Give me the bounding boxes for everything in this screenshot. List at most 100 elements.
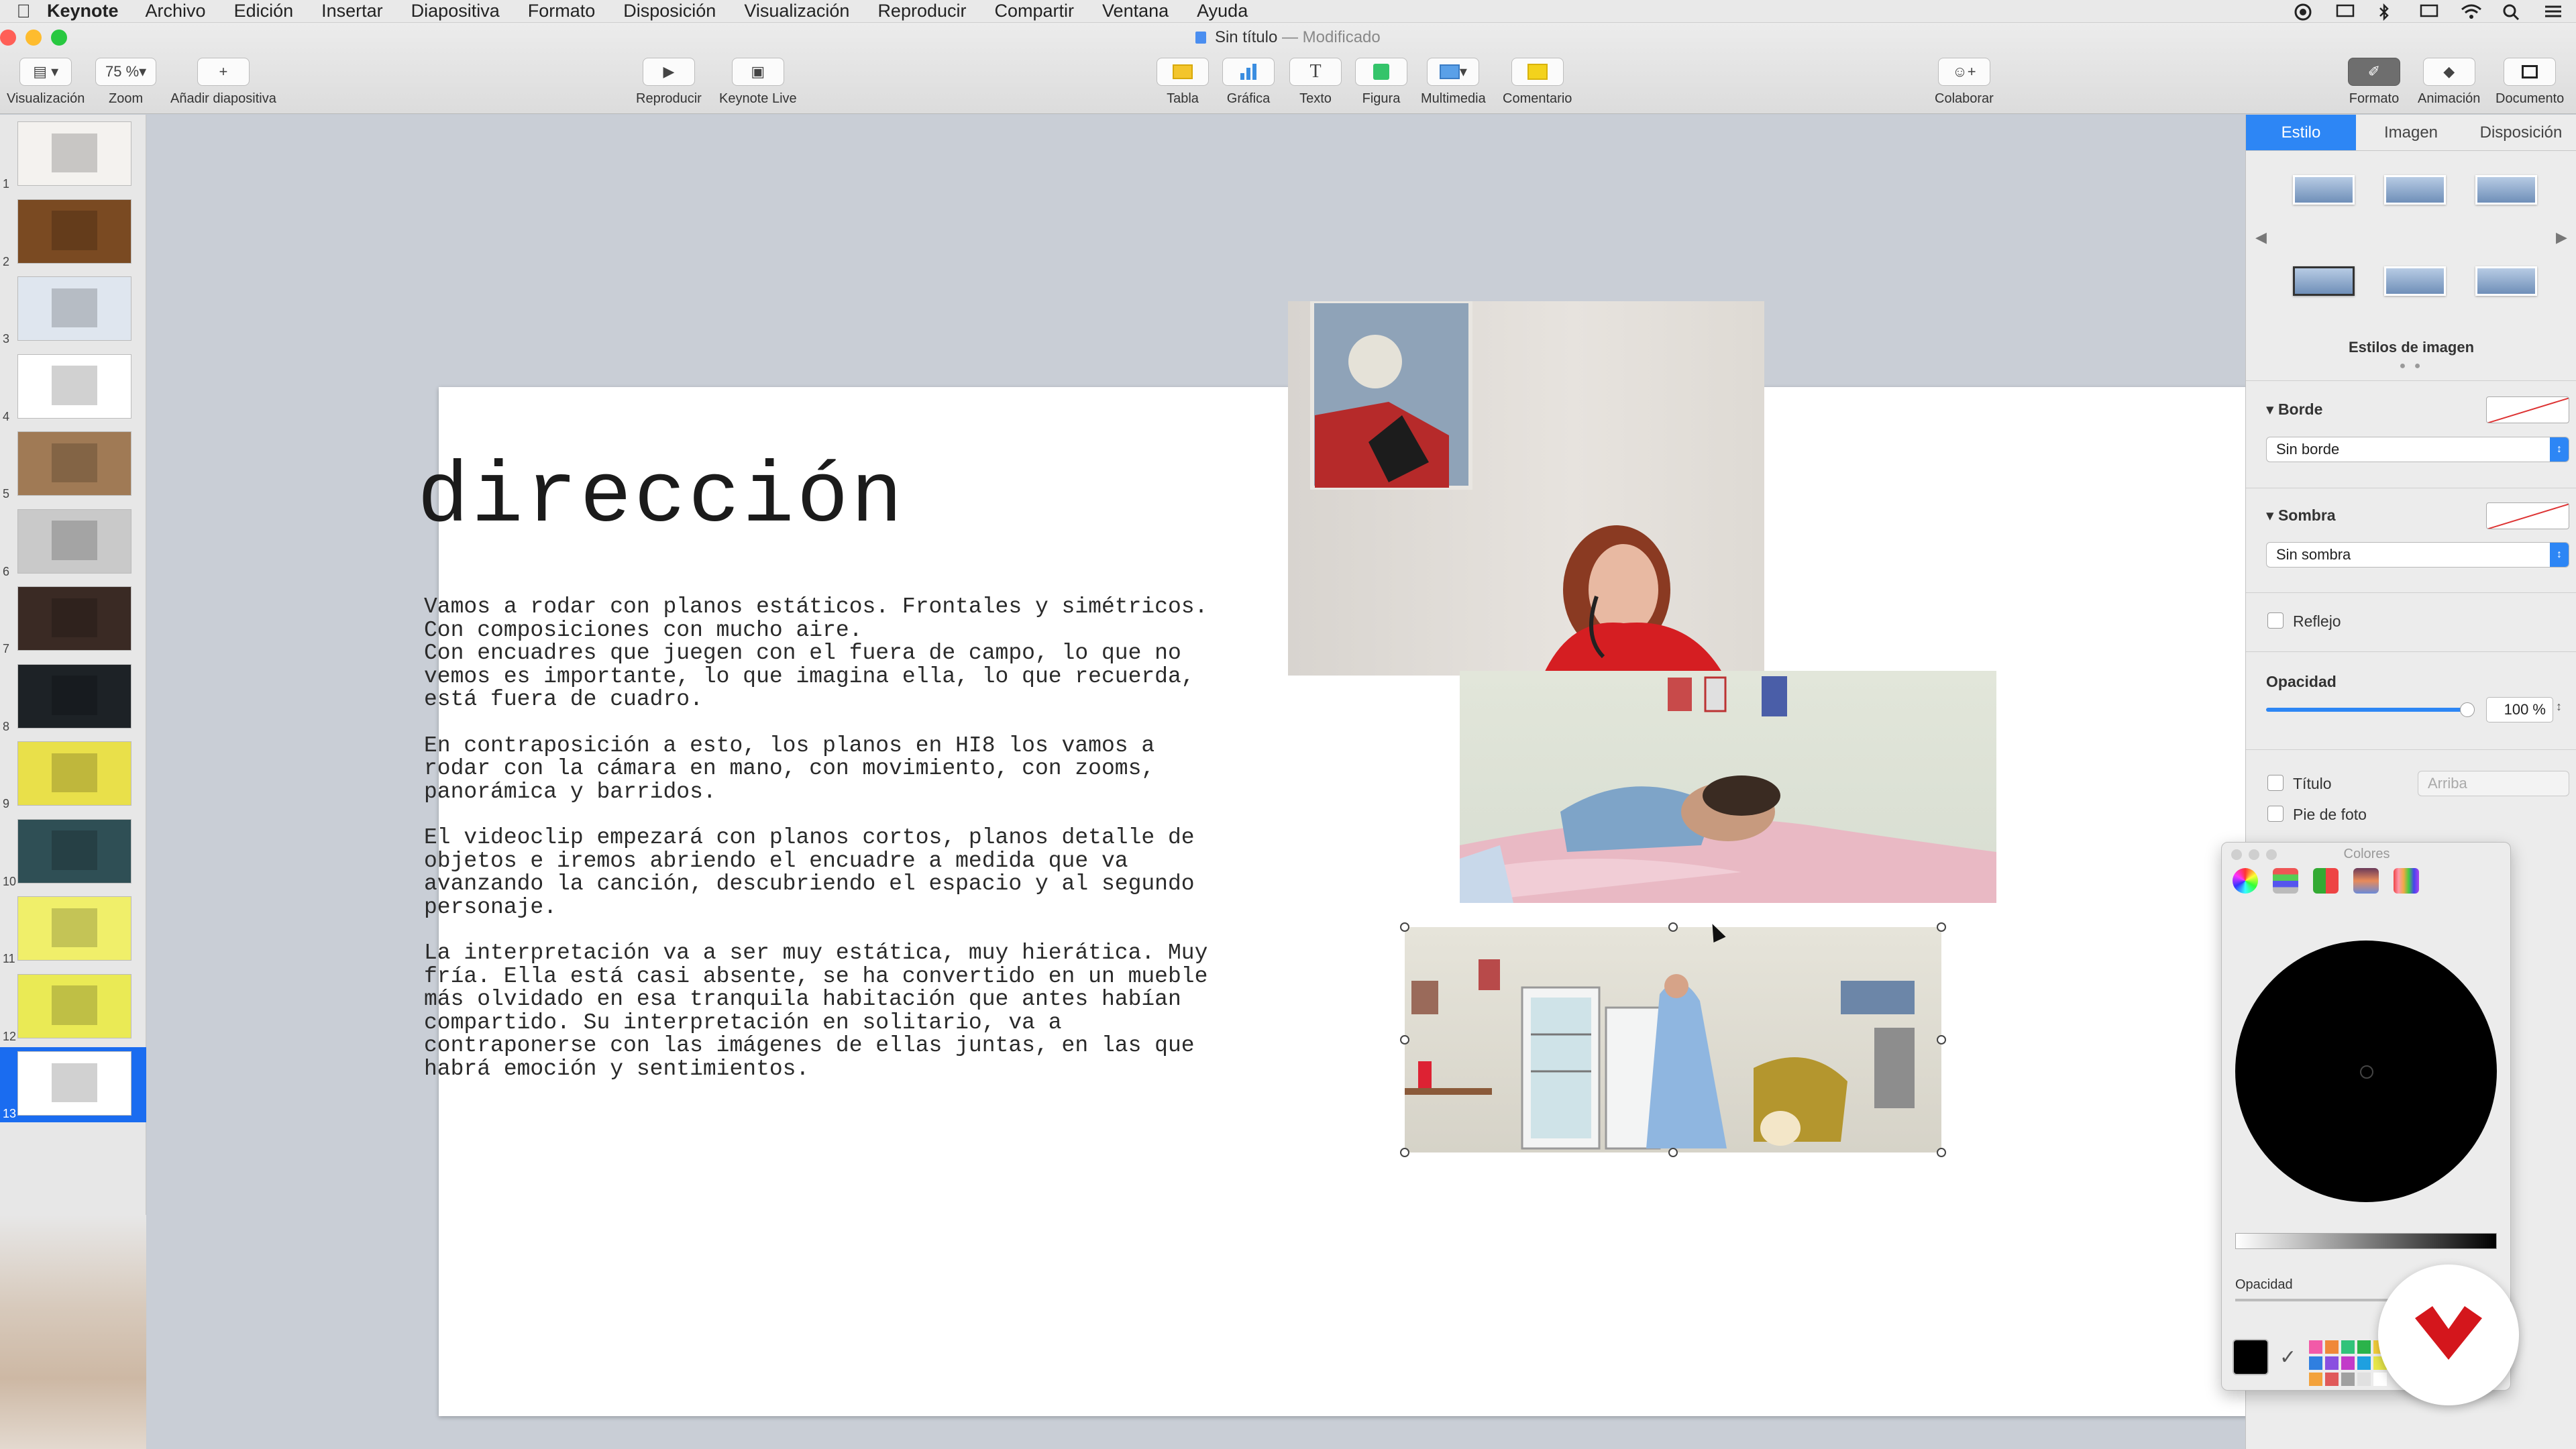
document-button[interactable] <box>2504 58 2557 86</box>
slide-thumbnail[interactable] <box>17 199 131 264</box>
menu-compartir[interactable]: Compartir <box>995 1 1075 21</box>
bluetooth-icon[interactable] <box>2377 3 2396 21</box>
slide-thumbnail-row[interactable]: 7 <box>0 582 146 657</box>
apple-menu-icon[interactable]:  <box>0 1 47 22</box>
image-style-3[interactable] <box>2475 175 2537 205</box>
image-palettes-mode-icon[interactable] <box>2353 868 2379 894</box>
color-swatch[interactable] <box>2309 1356 2322 1370</box>
table-tool[interactable]: Tabla <box>1157 58 1209 107</box>
slide-thumbnail[interactable] <box>17 741 131 806</box>
control-center-icon[interactable] <box>2544 3 2563 19</box>
tab-image[interactable]: Imagen <box>2356 115 2466 150</box>
shape-tool[interactable]: Figura <box>1355 58 1407 107</box>
slide-thumbnail[interactable] <box>17 1051 131 1116</box>
title-checkbox[interactable] <box>2267 775 2284 791</box>
slide-thumbnail-row[interactable]: 9 <box>0 737 146 812</box>
image-style-4[interactable] <box>2293 266 2355 296</box>
collaborate-tool[interactable]: ☺+ Colaborar <box>1935 58 1994 107</box>
view-tool[interactable]: ▤ ▾ Visualización <box>7 58 85 107</box>
animate-button[interactable]: ◆ <box>2422 58 2475 86</box>
eyedropper-icon[interactable]: ✓ <box>2279 1346 2296 1369</box>
slide-thumbnail[interactable] <box>17 973 131 1038</box>
slide-thumbnail[interactable] <box>17 354 131 419</box>
display-icon[interactable] <box>2336 3 2355 19</box>
chart-tool[interactable]: Gráfica <box>1222 58 1275 107</box>
slide-thumbnail[interactable] <box>17 508 131 574</box>
menu-formato[interactable]: Formato <box>528 1 596 21</box>
airplay-icon[interactable] <box>2419 3 2438 19</box>
color-swatch[interactable] <box>2373 1373 2387 1386</box>
pencils-mode-icon[interactable] <box>2394 868 2419 894</box>
keynote-live-tool[interactable]: ▣ Keynote Live <box>719 58 797 107</box>
animate-tool[interactable]: ◆ Animación <box>2418 58 2480 107</box>
slide-thumbnail[interactable] <box>17 276 131 341</box>
slide-thumbnail-row[interactable]: 8 <box>0 660 146 735</box>
menu-archivo[interactable]: Archivo <box>146 1 206 21</box>
format-button[interactable]: ✐ <box>2348 58 2400 86</box>
caption-checkbox[interactable] <box>2267 806 2284 822</box>
selection-handle-right[interactable] <box>1937 1035 1946 1044</box>
zoom-popup[interactable]: 75 % ▾ <box>95 58 157 86</box>
image-style-1[interactable] <box>2293 175 2355 205</box>
menu-disposicion[interactable]: Disposición <box>623 1 716 21</box>
text-button[interactable]: T <box>1289 58 1342 86</box>
slide-thumbnail-row[interactable]: 3 <box>0 272 146 347</box>
slide-thumbnail-row[interactable]: 11 <box>0 892 146 967</box>
color-sliders-mode-icon[interactable] <box>2273 868 2298 894</box>
play-tool[interactable]: ▶ Reproducir <box>636 58 702 107</box>
slide-thumbnail[interactable] <box>17 818 131 883</box>
selection-handle-top[interactable] <box>1668 922 1678 932</box>
media-button[interactable]: ▾ <box>1427 58 1480 86</box>
shape-button[interactable] <box>1355 58 1407 86</box>
tab-arrange[interactable]: Disposición <box>2466 115 2576 150</box>
title-position-popup[interactable]: Arriba <box>2418 771 2569 796</box>
color-swatch[interactable] <box>2325 1356 2339 1370</box>
slide-thumbnail-row[interactable]: 2 <box>0 195 146 270</box>
image-woman-at-fridge[interactable] <box>1405 927 1941 1152</box>
border-section-head[interactable]: ▾ Borde <box>2266 400 2322 419</box>
menu-diapositiva[interactable]: Diapositiva <box>411 1 500 21</box>
color-wheel-mode-icon[interactable] <box>2233 868 2258 894</box>
opacity-field[interactable]: 100 % <box>2486 697 2553 722</box>
slide-thumbnail-row[interactable]: 6 <box>0 505 146 580</box>
color-swatch[interactable] <box>2357 1373 2371 1386</box>
menu-visualizacion[interactable]: Visualización <box>744 1 849 21</box>
color-swatch[interactable] <box>2357 1340 2371 1354</box>
opacity-stepper-icon[interactable]: ↕ <box>2556 700 2562 714</box>
add-slide-button[interactable]: + <box>197 58 250 86</box>
shadow-color-well[interactable] <box>2486 502 2569 529</box>
styles-page-indicator[interactable]: ● ● <box>2246 360 2576 372</box>
tab-style[interactable]: Estilo <box>2246 115 2356 150</box>
styles-next-icon[interactable]: ▶ <box>2556 229 2567 246</box>
image-woman-on-phone[interactable] <box>1288 301 1764 676</box>
record-icon[interactable] <box>2294 3 2313 21</box>
slide-thumbnail-row[interactable]: 12 <box>0 970 146 1045</box>
slide-thumbnail[interactable] <box>17 121 131 186</box>
color-swatch[interactable] <box>2325 1340 2339 1354</box>
styles-prev-icon[interactable]: ◀ <box>2255 229 2267 246</box>
menu-reproducir[interactable]: Reproducir <box>877 1 966 21</box>
color-swatch[interactable] <box>2325 1373 2339 1386</box>
comment-button[interactable] <box>1511 58 1564 86</box>
image-style-2[interactable] <box>2384 175 2446 205</box>
reflection-checkbox[interactable] <box>2267 612 2284 629</box>
image-man-sleeping[interactable] <box>1460 671 1996 903</box>
slide-thumbnail-row[interactable]: 10 <box>0 815 146 890</box>
document-tool[interactable]: Documento <box>2496 58 2564 107</box>
comment-tool[interactable]: Comentario <box>1503 58 1572 107</box>
color-swatch[interactable] <box>2309 1373 2322 1386</box>
play-button[interactable]: ▶ <box>642 58 695 86</box>
opacity-slider[interactable] <box>2266 708 2467 712</box>
color-swatch[interactable] <box>2309 1340 2322 1354</box>
slide-title[interactable]: dirección <box>417 449 905 547</box>
selection-handle-top-right[interactable] <box>1937 922 1946 932</box>
keynote-live-button[interactable]: ▣ <box>731 58 784 86</box>
border-color-well[interactable] <box>2486 396 2569 423</box>
menu-app-name[interactable]: Keynote <box>47 1 119 21</box>
color-swatch[interactable] <box>2341 1373 2355 1386</box>
slide-body-text[interactable]: Vamos a rodar con planos estáticos. Fron… <box>424 595 1269 1104</box>
slide-thumbnail-row[interactable]: 13 <box>0 1047 146 1122</box>
shadow-style-popup[interactable]: Sin sombra ↕ <box>2266 542 2569 568</box>
opacity-slider-knob[interactable] <box>2460 702 2475 717</box>
table-button[interactable] <box>1157 58 1209 86</box>
